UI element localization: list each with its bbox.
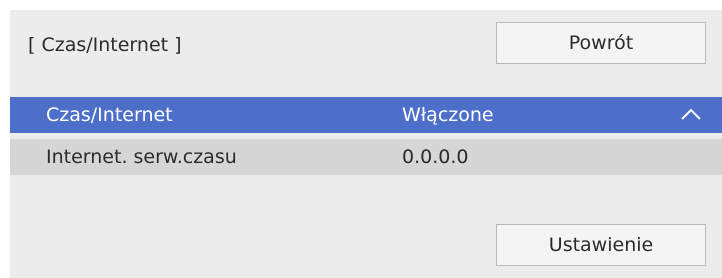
setting-row-label: Internet. serw.czasu xyxy=(46,146,237,168)
setting-row-time-server[interactable]: Internet. serw.czasu 0.0.0.0 xyxy=(10,139,722,175)
page-title: [ Czas/Internet ] xyxy=(28,34,182,56)
back-button[interactable]: Powrót xyxy=(496,22,706,64)
chevron-up-icon[interactable] xyxy=(680,105,702,123)
setting-row-label: Czas/Internet xyxy=(46,104,173,126)
setting-button[interactable]: Ustawienie xyxy=(496,224,706,266)
setting-row-value: 0.0.0.0 xyxy=(402,146,469,168)
setting-row-value: Włączone xyxy=(402,104,494,126)
setting-row-time-internet[interactable]: Czas/Internet Włączone xyxy=(10,97,722,133)
